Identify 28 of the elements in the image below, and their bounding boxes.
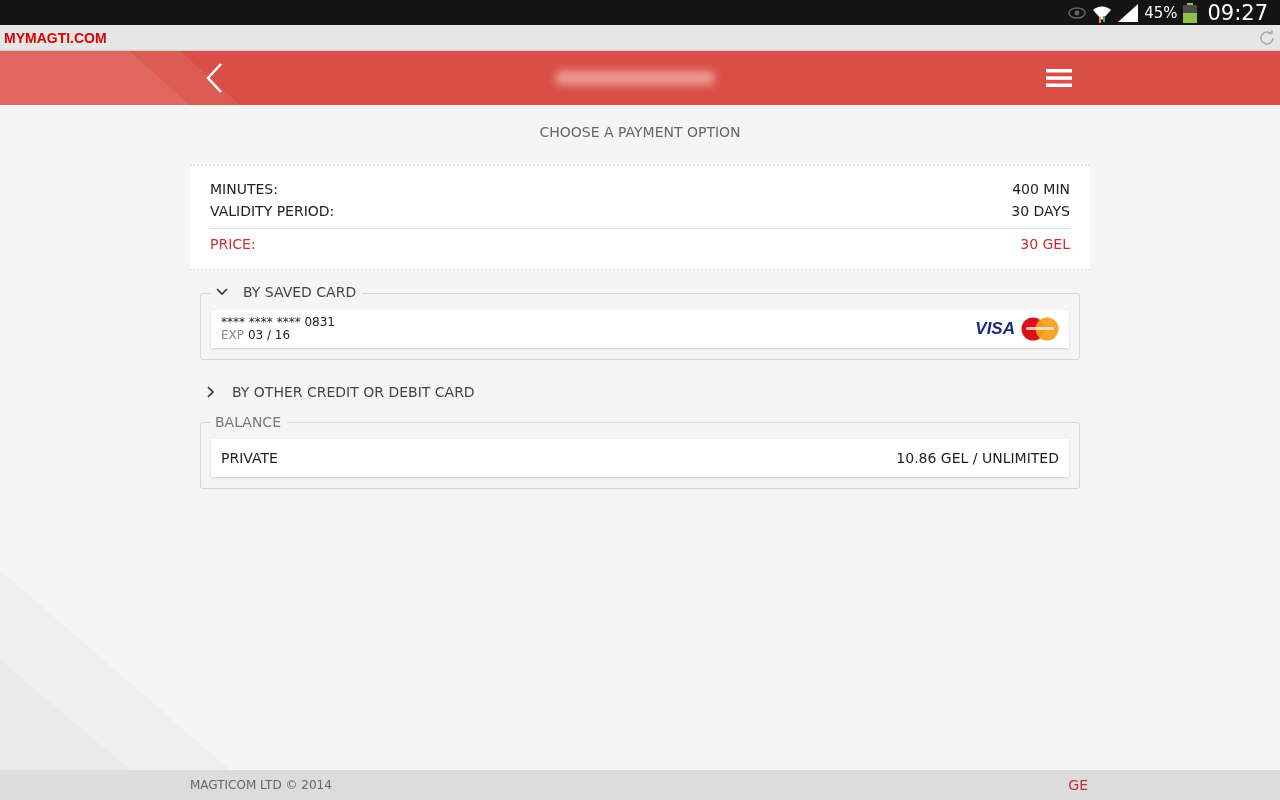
copyright-text: MAGTICOM LTD © 2014 [190,778,332,792]
summary-value: 400 MIN [1012,180,1070,199]
eye-icon [1068,6,1087,19]
expiry-label: EXP [221,328,245,342]
price-label: PRICE: [210,235,256,254]
clock: 09:27 [1207,0,1268,25]
summary-label: MINUTES: [210,180,278,199]
balance-row[interactable]: PRIVATE 10.86 GEL / UNLIMITED [211,439,1069,477]
menu-icon[interactable] [1046,68,1072,88]
section-toggle[interactable]: BY SAVED CARD [211,284,363,300]
summary-value: 30 DAYS [1011,202,1070,221]
section-toggle[interactable]: BY OTHER CREDIT OR DEBIT CARD [200,384,481,400]
expiry-date: 03 / 16 [247,328,291,342]
price-value: 30 GEL [1020,235,1070,254]
balance-value: 10.86 GEL / UNLIMITED [896,450,1059,466]
card-brand-logo: VISA [975,319,1015,339]
language-link[interactable]: GE [1062,776,1094,794]
url-text: MYMAGTI.COM [4,29,107,46]
balance-label: PRIVATE [221,450,278,466]
card-number: **** **** **** 0831 [221,316,335,329]
battery-percent: 45% [1144,3,1178,22]
battery-icon [1183,2,1198,23]
page-heading: CHOOSE A PAYMENT OPTION [539,124,741,140]
signal-icon [1118,3,1139,22]
summary-label: VALIDITY PERIOD: [210,202,335,221]
card-logo-icon [1021,317,1059,341]
saved-card-item[interactable]: **** **** **** 0831 EXP 03 / 16 VISA [211,310,1069,348]
back-icon[interactable] [205,63,223,93]
